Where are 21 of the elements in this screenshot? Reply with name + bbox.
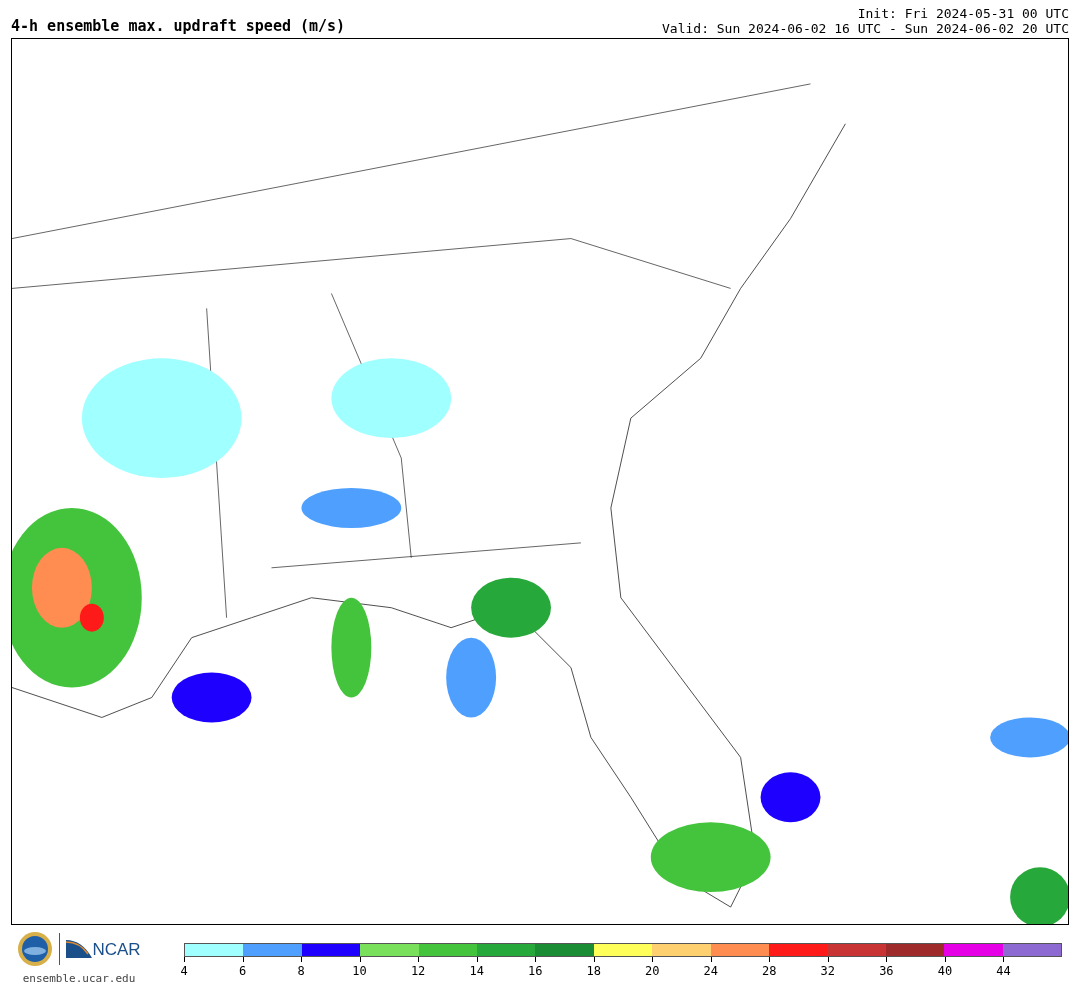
tick-label: 28 <box>762 963 777 980</box>
seal-icon <box>17 931 54 967</box>
tick-label: 36 <box>879 963 894 980</box>
tick-label: 18 <box>586 963 601 980</box>
tick-label: 12 <box>410 963 426 980</box>
valid-time: Valid: Sun 2024-06-02 16 UTC - Sun 2024-06-02 20 UTC <box>662 21 1069 36</box>
tick-label: 20 <box>645 963 660 980</box>
tick-label: 4 <box>180 963 188 980</box>
tick-label: 6 <box>238 963 247 980</box>
tick-label: 16 <box>527 963 543 980</box>
site-url: ensemble.ucar.edu <box>22 971 136 987</box>
tick-label: 8 <box>297 963 305 980</box>
tick-label: 24 <box>703 963 718 980</box>
tick-label: 10 <box>352 963 367 980</box>
tick-label: 32 <box>820 963 836 980</box>
tick-label: 14 <box>469 963 484 980</box>
tick-label: 40 <box>937 963 953 980</box>
init-time: Init: Fri 2024-05-31 00 UTC <box>857 6 1069 21</box>
chart-title: 4-h ensemble max. updraft speed (m/s) <box>11 17 346 36</box>
tick-label: 44 <box>996 963 1011 980</box>
ncar-logo: NCAR <box>66 940 141 958</box>
